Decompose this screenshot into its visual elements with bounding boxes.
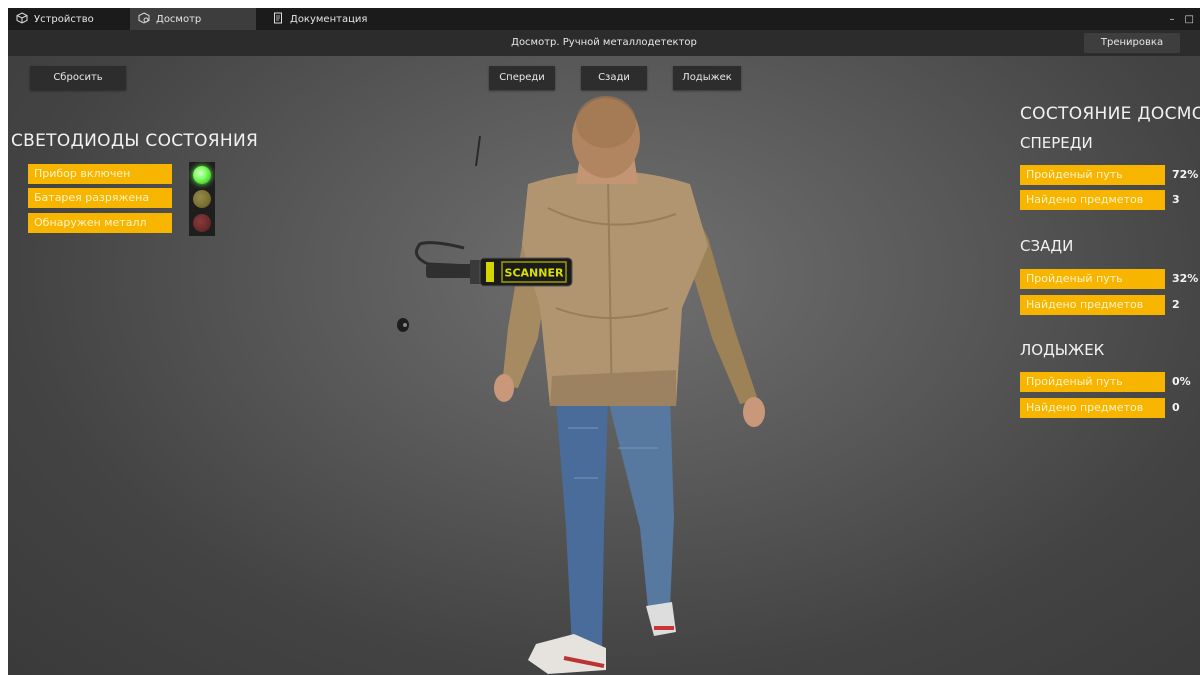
led-label-metal: Обнаружен металл [28, 213, 172, 233]
front-items-value: 3 [1172, 193, 1180, 206]
person-model [494, 96, 765, 674]
front-path-value: 72% [1172, 168, 1199, 181]
app-window: Устройство Досмотр Документация – □ Досм… [8, 8, 1200, 675]
person-right-hand [743, 397, 765, 427]
ankles-path-value: 0% [1172, 375, 1191, 388]
front-items-label: Найдено предметов [1020, 190, 1165, 210]
inspection-heading: СОСТОЯНИЕ ДОСМОТРА [1020, 104, 1200, 124]
led-power-indicator [193, 166, 211, 184]
back-path-value: 32% [1172, 272, 1199, 285]
led-metal-indicator [193, 214, 211, 232]
leds-heading: СВЕТОДИОДЫ СОСТОЯНИЯ [11, 131, 259, 151]
floating-tool [475, 135, 481, 167]
ankles-items-value: 0 [1172, 401, 1180, 414]
back-items-value: 2 [1172, 298, 1180, 311]
section-front-heading: СПЕРЕДИ [1020, 134, 1093, 152]
ankles-items-label: Найдено предметов [1020, 398, 1165, 418]
person-jacket [522, 171, 708, 406]
back-path-label: Пройденый путь [1020, 269, 1165, 289]
person-right-leg [608, 396, 674, 608]
ankles-path-label: Пройденый путь [1020, 372, 1165, 392]
led-panel [189, 162, 215, 236]
back-items-label: Найдено предметов [1020, 295, 1165, 315]
wand-label: SCANNER [505, 267, 564, 280]
person-left-hand [494, 374, 514, 402]
led-label-power: Прибор включен [28, 164, 172, 184]
section-ankles-heading: ЛОДЫЖЕК [1020, 341, 1105, 359]
led-battery-indicator [193, 190, 211, 208]
led-label-battery: Батарея разряжена [28, 188, 172, 208]
floating-camera-icon [397, 318, 409, 332]
front-path-label: Пройденый путь [1020, 165, 1165, 185]
section-back-heading: СЗАДИ [1020, 237, 1074, 255]
person-left-leg [556, 400, 608, 648]
person-shoe-right [646, 602, 676, 636]
wand-strap [414, 241, 471, 268]
